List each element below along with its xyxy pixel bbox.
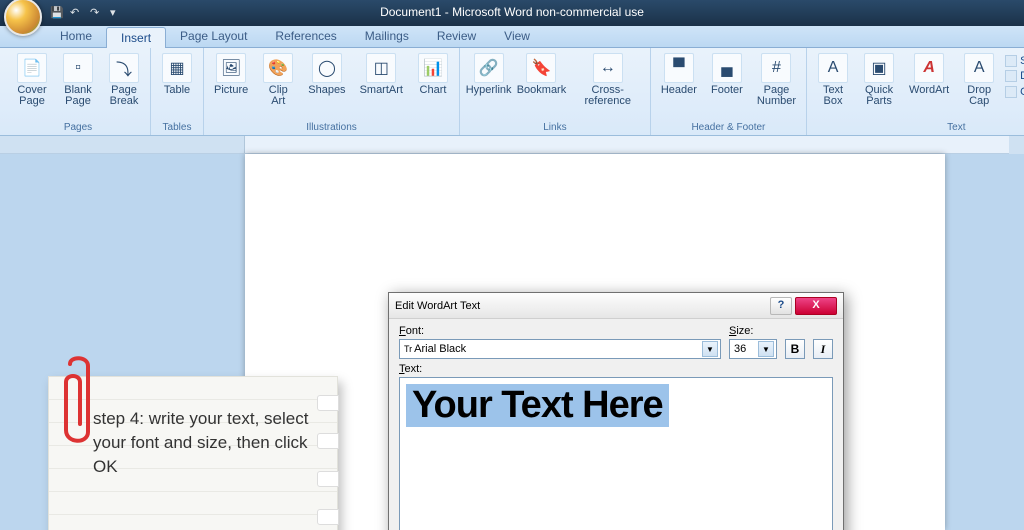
- smartart-button[interactable]: ◫SmartArt: [356, 50, 407, 99]
- page-number-icon: #: [761, 53, 791, 83]
- drop-cap-button[interactable]: ADropCap: [959, 50, 999, 110]
- header-button[interactable]: ▀Header: [657, 50, 701, 99]
- tab-review[interactable]: Review: [423, 26, 490, 47]
- bookmark-icon: 🔖: [526, 53, 556, 83]
- dialog-title: Edit WordArt Text: [395, 300, 480, 312]
- group-links: 🔗Hyperlink 🔖Bookmark ↔Cross-reference Li…: [460, 48, 651, 135]
- note-text: step 4: write your text, select your fon…: [93, 409, 308, 476]
- cross-reference-icon: ↔: [593, 53, 623, 83]
- blank-page-button[interactable]: ▫BlankPage: [58, 50, 98, 110]
- size-value: 36: [734, 343, 746, 355]
- wordart-text-input[interactable]: Your Text Here: [399, 377, 833, 530]
- object-button[interactable]: Object ▾: [1005, 85, 1024, 98]
- object-icon: [1005, 86, 1017, 98]
- quick-parts-button[interactable]: ▣QuickParts: [859, 50, 899, 110]
- size-label: Size:: [729, 325, 777, 337]
- dialog-help-button[interactable]: ?: [770, 297, 792, 315]
- page-break-button[interactable]: ⤵PageBreak: [104, 50, 144, 110]
- wordart-button[interactable]: AWordArt: [905, 50, 953, 99]
- wordart-text-value: Your Text Here: [406, 384, 669, 427]
- header-icon: ▀: [664, 53, 694, 83]
- group-header-footer: ▀Header ▄Footer #PageNumber Header & Foo…: [651, 48, 807, 135]
- smartart-icon: ◫: [366, 53, 396, 83]
- edit-wordart-dialog: Edit WordArt Text ? X Font: Tr Arial Bla…: [388, 292, 844, 530]
- document-workspace: step 4: write your text, select your fon…: [0, 154, 1024, 530]
- font-combo[interactable]: Tr Arial Black ▼: [399, 339, 721, 359]
- clip-art-button[interactable]: 🎨ClipArt: [258, 50, 298, 110]
- group-title-pages: Pages: [12, 121, 144, 135]
- tab-mailings[interactable]: Mailings: [351, 26, 423, 47]
- signature-icon: [1005, 55, 1017, 67]
- font-label: Font:: [399, 325, 721, 337]
- size-dropdown-icon[interactable]: ▼: [758, 341, 774, 357]
- bookmark-button[interactable]: 🔖Bookmark: [517, 50, 565, 99]
- picture-icon: 🖼: [216, 53, 246, 83]
- font-dropdown-icon[interactable]: ▼: [702, 341, 718, 357]
- page-break-icon: ⤵: [109, 53, 139, 83]
- group-pages: 📄CoverPage ▫BlankPage ⤵PageBreak Pages: [6, 48, 151, 135]
- shapes-button[interactable]: ◯Shapes: [304, 50, 349, 99]
- ribbon-tabs: Home Insert Page Layout References Maili…: [0, 26, 1024, 48]
- group-title-text: Text: [813, 121, 1024, 135]
- tab-references[interactable]: References: [261, 26, 350, 47]
- drop-cap-icon: A: [964, 53, 994, 83]
- qat-more-icon[interactable]: ▾: [110, 6, 124, 20]
- date-time-button[interactable]: Date & Time: [1005, 70, 1024, 82]
- title-bar: 💾 ↶ ↷ ▾ Document1 - Microsoft Word non-c…: [0, 0, 1024, 26]
- tab-insert[interactable]: Insert: [106, 27, 166, 48]
- chart-icon: 📊: [418, 53, 448, 83]
- ribbon: 📄CoverPage ▫BlankPage ⤵PageBreak Pages ▦…: [0, 48, 1024, 136]
- italic-button[interactable]: I: [813, 339, 833, 359]
- picture-button[interactable]: 🖼Picture: [210, 50, 252, 99]
- signature-line-button[interactable]: Signature Line ▾: [1005, 54, 1024, 67]
- hyperlink-button[interactable]: 🔗Hyperlink: [466, 50, 511, 99]
- cover-page-button[interactable]: 📄CoverPage: [12, 50, 52, 110]
- dialog-close-button[interactable]: X: [795, 297, 837, 315]
- table-button[interactable]: ▦Table: [157, 50, 197, 99]
- group-illustrations: 🖼Picture 🎨ClipArt ◯Shapes ◫SmartArt 📊Cha…: [204, 48, 460, 135]
- cross-reference-button[interactable]: ↔Cross-reference: [572, 50, 644, 110]
- group-text: ATextBox ▣QuickParts AWordArt ADropCap S…: [807, 48, 1024, 135]
- cover-page-icon: 📄: [17, 53, 47, 83]
- group-title-links: Links: [466, 121, 644, 135]
- date-time-icon: [1005, 70, 1017, 82]
- redo-icon[interactable]: ↷: [90, 6, 104, 20]
- hyperlink-icon: 🔗: [474, 53, 504, 83]
- blank-page-icon: ▫: [63, 53, 93, 83]
- window-title: Document1 - Microsoft Word non-commercia…: [380, 5, 644, 19]
- table-icon: ▦: [162, 53, 192, 83]
- paperclip-icon: [60, 354, 96, 454]
- save-icon[interactable]: 💾: [50, 6, 64, 20]
- text-label: Text:: [399, 363, 422, 375]
- footer-button[interactable]: ▄Footer: [707, 50, 747, 99]
- chart-button[interactable]: 📊Chart: [413, 50, 453, 99]
- footer-icon: ▄: [712, 53, 742, 83]
- size-combo[interactable]: 36 ▼: [729, 339, 777, 359]
- text-box-button[interactable]: ATextBox: [813, 50, 853, 110]
- font-prefix: Tr: [404, 344, 412, 354]
- page-number-button[interactable]: #PageNumber: [753, 50, 800, 110]
- group-title-header-footer: Header & Footer: [657, 121, 800, 135]
- bold-button[interactable]: B: [785, 339, 805, 359]
- undo-icon[interactable]: ↶: [70, 6, 84, 20]
- text-box-icon: A: [818, 53, 848, 83]
- quick-access-toolbar: 💾 ↶ ↷ ▾: [50, 6, 124, 20]
- group-title-illustrations: Illustrations: [210, 121, 453, 135]
- clip-art-icon: 🎨: [263, 53, 293, 83]
- dialog-title-bar[interactable]: Edit WordArt Text ? X: [389, 293, 843, 319]
- wordart-icon: A: [914, 53, 944, 83]
- group-tables: ▦Table Tables: [151, 48, 204, 135]
- horizontal-ruler[interactable]: L: [0, 136, 1024, 154]
- group-title-tables: Tables: [157, 121, 197, 135]
- tab-home[interactable]: Home: [46, 26, 106, 47]
- font-value: Arial Black: [414, 343, 466, 355]
- tab-view[interactable]: View: [490, 26, 544, 47]
- quick-parts-icon: ▣: [864, 53, 894, 83]
- tab-page-layout[interactable]: Page Layout: [166, 26, 261, 47]
- shapes-icon: ◯: [312, 53, 342, 83]
